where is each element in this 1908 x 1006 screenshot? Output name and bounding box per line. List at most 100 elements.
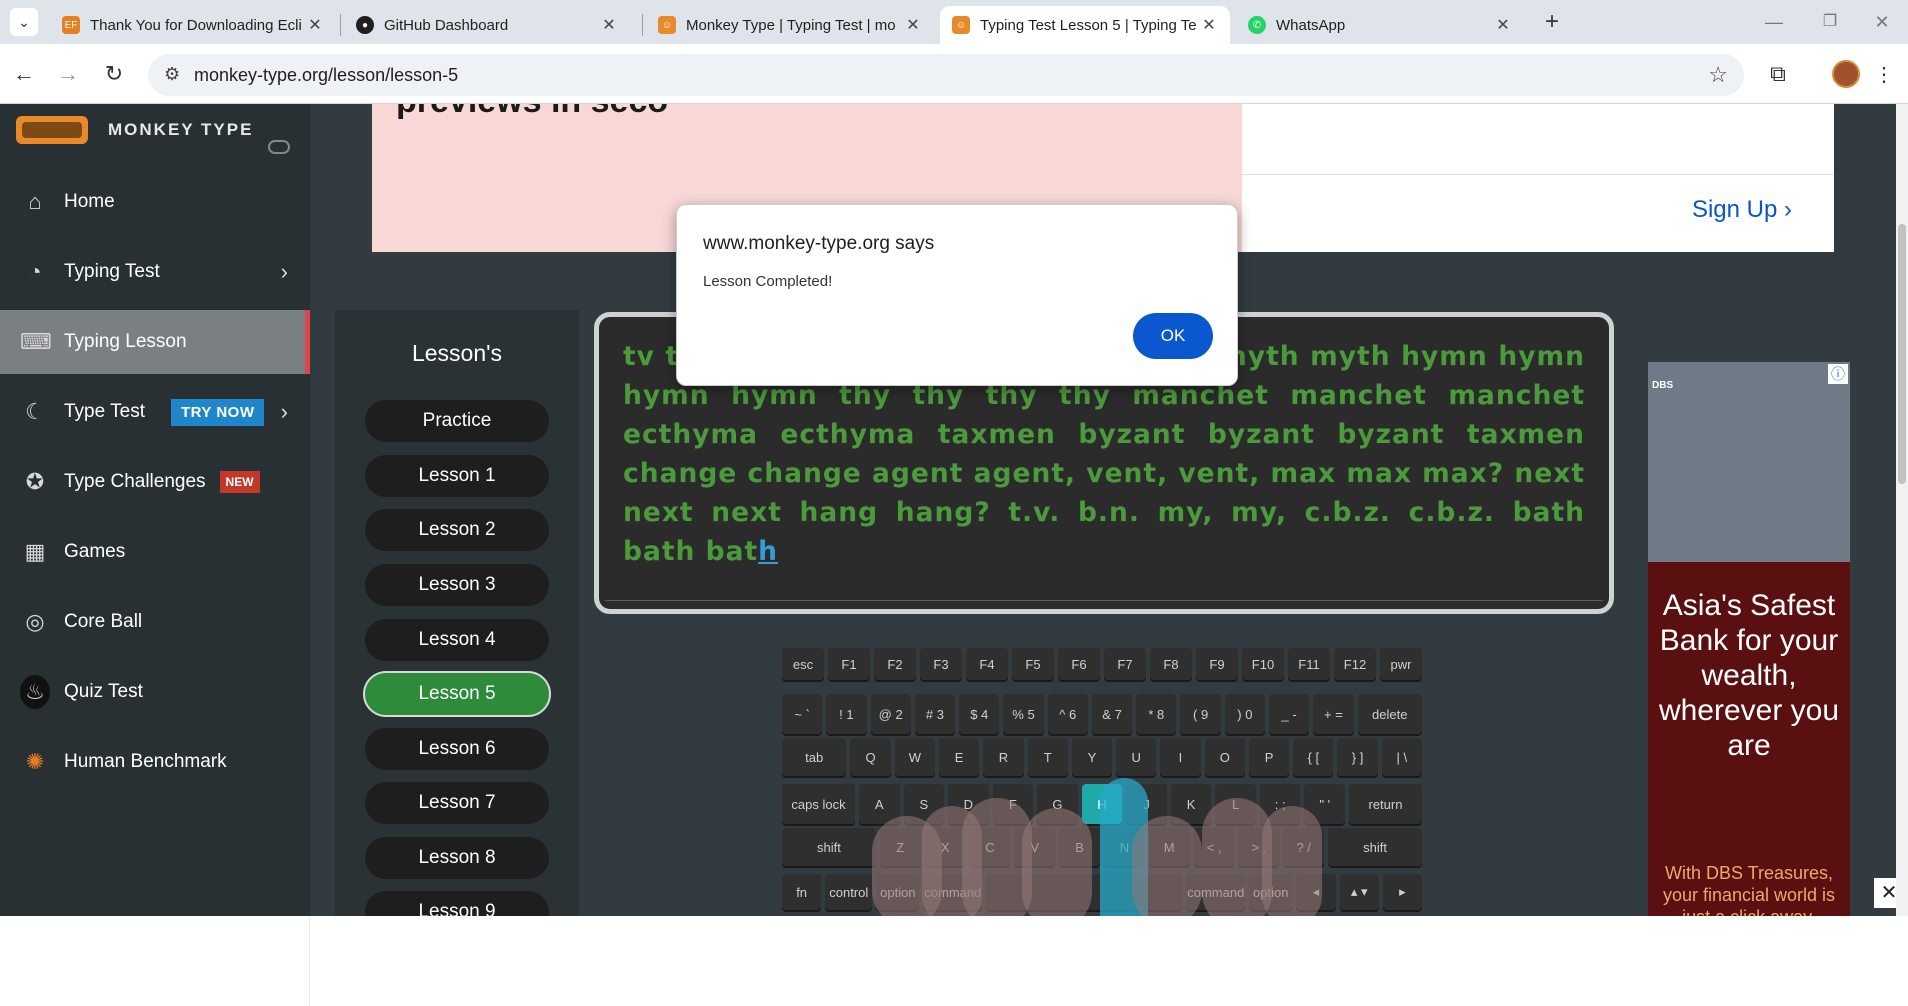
- restore-icon[interactable]: ❐: [1816, 8, 1844, 36]
- address-bar[interactable]: ⚙ monkey-type.org/lesson/lesson-5 ☆: [148, 54, 1744, 96]
- browser-menu-icon[interactable]: ⋮: [1868, 58, 1900, 90]
- key: T: [1027, 738, 1068, 776]
- ad-choices-icon[interactable]: ⓘ: [1828, 364, 1848, 384]
- brand[interactable]: MONKEY TYPE: [16, 116, 253, 144]
- lessons-panel: Lesson's Practice Lesson 1 Lesson 2 Less…: [335, 310, 579, 916]
- key: U: [1116, 738, 1157, 776]
- monkey-icon: ☺: [658, 16, 676, 34]
- key: + =: [1313, 694, 1354, 734]
- lesson-button-7[interactable]: Lesson 7: [363, 780, 551, 826]
- sidebar-item-home[interactable]: ⌂ Home: [0, 170, 310, 234]
- bulb-icon: ♨: [20, 675, 50, 709]
- tab-title: Monkey Type | Typing Test | mo: [686, 16, 896, 34]
- sidebar-item-label: Type Test: [64, 401, 145, 422]
- home-icon: ⌂: [28, 189, 42, 214]
- lesson-button-1[interactable]: Lesson 1: [363, 453, 551, 499]
- reload-button[interactable]: ↻: [98, 58, 130, 90]
- browser-tab[interactable]: EF Thank You for Downloading Ecli ✕: [50, 6, 336, 44]
- lesson-button-8[interactable]: Lesson 8: [363, 835, 551, 881]
- side-ad[interactable]: DBS ⓘ Asia's Safest Bank for your wealth…: [1648, 362, 1850, 916]
- sidebar-item-typing-lesson[interactable]: ⌨ Typing Lesson: [0, 310, 310, 374]
- virtual-keyboard: esc F1 F2 F3 F4 F5 F6 F7 F8 F9 F10 F11 F12 pwr ~ `! 1 @…: [782, 638, 1422, 916]
- scrollbar-thumb[interactable]: [1898, 224, 1906, 484]
- close-icon[interactable]: ✕: [306, 15, 324, 35]
- ok-button[interactable]: OK: [1133, 313, 1213, 359]
- sign-up-label: Sign Up: [1691, 196, 1778, 223]
- bookmark-star-icon[interactable]: ☆: [1708, 62, 1728, 88]
- try-now-badge: TRY NOW: [170, 398, 265, 426]
- key: ) 0: [1224, 694, 1265, 734]
- sidebar-item-type-test[interactable]: ☾ Type Test TRY NOW ›: [0, 380, 310, 444]
- tab-divider: [340, 14, 341, 36]
- sidebar-item-games[interactable]: ▦ Games: [0, 520, 310, 584]
- key: I: [1160, 738, 1201, 776]
- page-content: MONKEY TYPE ⌂ Home ◔ Typing Test › ⌨ Typ…: [0, 104, 1908, 916]
- key: P: [1248, 738, 1290, 776]
- key: pwr: [1380, 648, 1422, 680]
- sidebar-item-label: Typing Test: [64, 261, 160, 282]
- browser-toolbar: ← → ↻ ⚙ monkey-type.org/lesson/lesson-5 …: [0, 44, 1908, 104]
- key: F12: [1334, 648, 1376, 680]
- reload-icon: ↻: [104, 61, 124, 86]
- tab-search-button[interactable]: ⌄: [10, 8, 38, 36]
- sidebar-item-human-benchmark[interactable]: ✺ Human Benchmark: [0, 730, 310, 794]
- key: F5: [1012, 648, 1054, 680]
- sidebar-footer-area: [0, 916, 310, 1006]
- lesson-button-5[interactable]: Lesson 5: [363, 671, 551, 717]
- lesson-button-practice[interactable]: Practice: [363, 398, 551, 444]
- extensions-icon[interactable]: ⧉: [1762, 58, 1794, 90]
- new-tab-button[interactable]: +: [1538, 8, 1566, 36]
- browser-tab[interactable]: ☺ Monkey Type | Typing Test | mo ✕: [646, 6, 934, 44]
- browser-tab-strip: ⌄ EF Thank You for Downloading Ecli ✕ ● …: [0, 0, 1908, 44]
- finger-guide: [1132, 816, 1202, 916]
- avatar[interactable]: [1832, 60, 1860, 88]
- key: fn: [782, 874, 822, 910]
- key: % 5: [1003, 694, 1044, 734]
- key: shift: [1328, 828, 1422, 866]
- close-icon[interactable]: ✕: [1200, 15, 1218, 35]
- key: return: [1349, 784, 1422, 824]
- sidebar-item-type-challenges[interactable]: ✪ Type Challenges NEW: [0, 450, 310, 514]
- key: esc: [782, 648, 824, 680]
- site-settings-icon[interactable]: ⚙: [164, 64, 180, 85]
- chevron-right-icon: ›: [280, 259, 288, 284]
- browser-tab-active[interactable]: ☺ Typing Test Lesson 5 | Typing Te ✕: [940, 6, 1230, 44]
- tab-title: WhatsApp: [1276, 16, 1346, 34]
- dbs-logo: DBS: [1652, 380, 1674, 391]
- monkey-icon: ☺: [952, 16, 970, 34]
- sidebar-item-typing-test[interactable]: ◔ Typing Test ›: [0, 240, 310, 304]
- sign-up-link[interactable]: Sign Up ›: [1692, 196, 1792, 224]
- key: ( 9: [1180, 694, 1221, 734]
- close-icon[interactable]: ✕: [904, 15, 922, 35]
- finger-guide: [1022, 808, 1092, 916]
- theme-toggle[interactable]: [268, 140, 290, 154]
- window-close-icon[interactable]: ✕: [1868, 8, 1896, 36]
- sidebar-item-label: Type Challenges: [64, 471, 206, 492]
- sidebar-item-quiz-test[interactable]: ♨ Quiz Test: [0, 660, 310, 724]
- chevron-right-icon: ›: [1784, 196, 1792, 223]
- lesson-button-6[interactable]: Lesson 6: [363, 726, 551, 772]
- arrow-left-icon: ←: [13, 61, 35, 86]
- close-icon[interactable]: ✕: [600, 15, 618, 35]
- lesson-button-2[interactable]: Lesson 2: [363, 507, 551, 553]
- sidebar-item-core-ball[interactable]: ◎ Core Ball: [0, 590, 310, 654]
- ad-divider: [1242, 174, 1834, 175]
- forward-button[interactable]: →: [52, 58, 84, 90]
- key: F8: [1150, 648, 1192, 680]
- ad-headline: previews in seco: [396, 104, 668, 121]
- lesson-button-4[interactable]: Lesson 4: [363, 617, 551, 663]
- browser-tab[interactable]: ✆ WhatsApp ✕: [1236, 6, 1524, 44]
- url-text: monkey-type.org/lesson/lesson-5: [194, 64, 459, 85]
- ad-headline: Asia's Safest Bank for your wealth, wher…: [1658, 589, 1840, 762]
- monkey-logo-icon: [16, 116, 88, 144]
- browser-tab[interactable]: ● GitHub Dashboard ✕: [344, 6, 630, 44]
- key: _ -: [1269, 694, 1310, 734]
- minimize-icon[interactable]: —: [1760, 8, 1788, 36]
- key: # 3: [914, 694, 956, 734]
- back-button[interactable]: ←: [8, 58, 40, 90]
- scrollbar[interactable]: [1896, 104, 1908, 916]
- close-icon[interactable]: ✕: [1494, 15, 1512, 35]
- lesson-button-3[interactable]: Lesson 3: [363, 562, 551, 608]
- lesson-button-9[interactable]: Lesson 9: [363, 889, 551, 916]
- key: $ 4: [959, 694, 1000, 734]
